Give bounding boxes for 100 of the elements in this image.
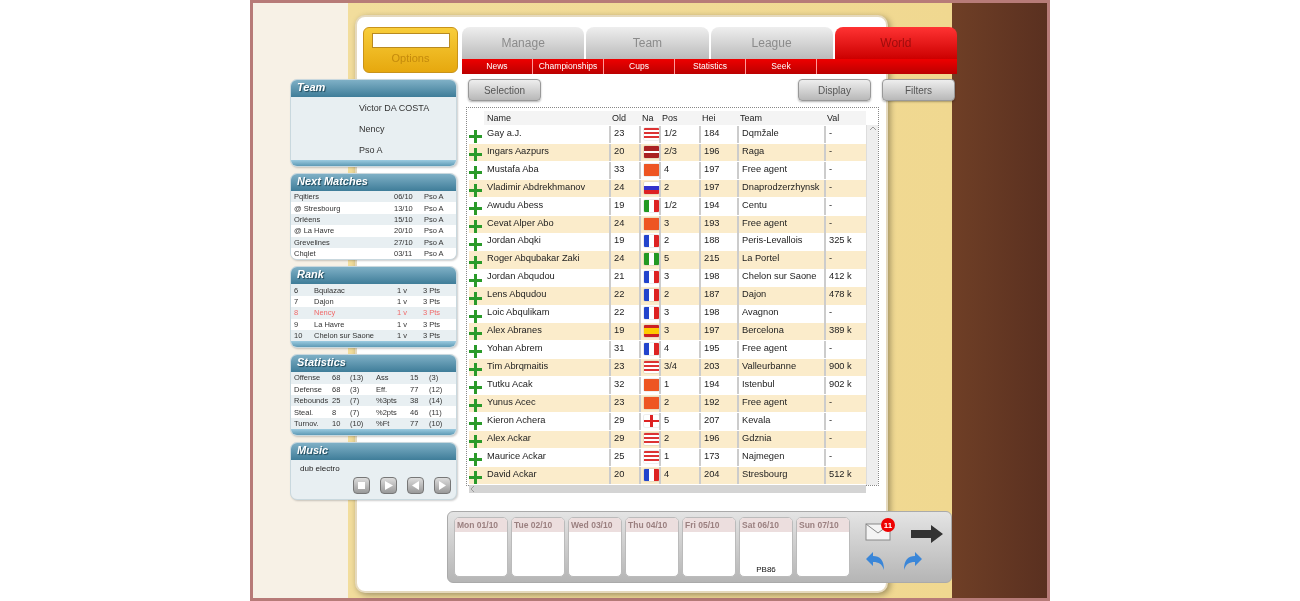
add-icon[interactable] [469,219,482,233]
add-icon[interactable] [469,129,482,143]
add-icon[interactable] [469,147,482,161]
table-cell: 23 [609,359,639,377]
day-label: Fri 05/10 [683,518,735,532]
table-cell: 478 k [824,287,866,305]
input-field[interactable] [371,33,450,48]
redo-icon[interactable] [903,551,923,571]
table-cell: 5 [659,251,699,269]
table-cell: 22 [609,287,639,305]
add-icon[interactable] [469,183,482,197]
table-cell: David Ackar [484,467,609,485]
team-info: Nency [358,123,386,136]
add-icon[interactable] [469,291,482,305]
sub-navigation-link[interactable]: Statistics [675,59,746,74]
undo-icon[interactable] [865,551,885,571]
stop-icon [356,480,367,492]
table-cell: Valleurbanne [737,359,824,377]
table-cell: 2 [659,431,699,449]
sub-navigation-link[interactable]: News [462,59,533,74]
table-cell: 24 [609,179,639,197]
calendar-day[interactable]: Wed 03/10 [568,517,622,577]
calendar-day[interactable]: Thu 04/10 [625,517,679,577]
sub-navigation-link[interactable]: Seek [746,59,817,74]
column-header[interactable]: Na [639,111,659,125]
add-icon[interactable] [469,435,482,449]
music-control-button[interactable] [380,477,397,495]
add-icon[interactable] [469,417,482,431]
vertical-scrollbar[interactable] [866,125,878,485]
day-label: Wed 03/10 [569,518,621,532]
table-cell: - [824,179,866,197]
add-icon[interactable] [469,327,482,341]
table-cell: 20 [609,143,639,161]
table-cell: Bercelona [737,323,824,341]
add-icon[interactable] [469,201,482,215]
table-cell: 192 [699,395,737,413]
table-cell: 203 [699,359,737,377]
day-label: Mon 01/10 [455,518,507,532]
table-cell: 204 [699,467,737,485]
day-label: Sat 06/10 [740,518,792,532]
add-icon[interactable] [469,471,482,485]
table-cell: 512 k [824,467,866,485]
day-label: Sun 07/10 [797,518,849,532]
column-header[interactable]: Hei [699,111,737,125]
table-cell: - [824,143,866,161]
calendar-day[interactable]: Sat 06/10 PB86 [739,517,793,577]
day-label: Tue 02/10 [512,518,564,532]
calendar-day[interactable]: Fri 05/10 [682,517,736,577]
toolbar-button[interactable]: Display [798,79,871,101]
add-icon[interactable] [469,273,482,287]
table-cell: Ingars Aazpurs [484,143,609,161]
table-cell: Cevat Alper Abo [484,215,609,233]
column-header[interactable]: Name [484,111,609,125]
table-cell: 196 [699,431,737,449]
add-icon[interactable] [469,363,482,377]
add-icon[interactable] [469,345,482,359]
add-icon[interactable] [469,381,482,395]
column-header[interactable]: Team [737,111,824,125]
toolbar-button[interactable]: Selection [468,79,541,101]
table-cell: La Portel [737,251,824,269]
table-cell: 4 [659,467,699,485]
card-title: Statistics [291,355,456,373]
card-title: Team [291,80,456,97]
add-icon[interactable] [469,165,482,179]
mail-icon[interactable] [865,523,891,541]
table-cell: Free agent [737,395,824,413]
toolbar-button[interactable]: Filters [882,79,955,101]
add-icon[interactable] [469,453,482,467]
table-cell: Vladimir Abdrekhmanov [484,179,609,197]
arrow-right-icon[interactable] [909,524,945,544]
table-cell: 389 k [824,323,866,341]
add-icon[interactable] [469,255,482,269]
table-cell: 2 [659,179,699,197]
table-cell: 19 [609,323,639,341]
team-info: Pso A [358,144,384,157]
card-title: Music [291,443,456,461]
column-header[interactable]: Old [609,111,639,125]
calendar-day[interactable]: Tue 02/10 [511,517,565,577]
music-control-button[interactable] [353,477,370,495]
card-title: Next Matches [291,174,456,191]
notification-badge: 11 [881,518,895,532]
add-icon[interactable] [469,309,482,323]
horizontal-scrollbar[interactable] [469,485,866,493]
scroll-up-icon [868,125,877,131]
column-header[interactable]: Pos [659,111,699,125]
card-title: Rank [291,267,456,285]
sub-navigation-link[interactable]: Cups [604,59,675,74]
sub-navigation-link[interactable]: Championships [533,59,604,74]
column-header[interactable]: Val [824,111,866,125]
table-cell: 3 [659,215,699,233]
table-cell: 24 [609,251,639,269]
calendar-day[interactable]: Sun 07/10 [796,517,850,577]
music-control-button[interactable] [434,477,451,495]
add-icon[interactable] [469,237,482,251]
add-icon[interactable] [469,399,482,413]
team-info: Victor DA COSTA [358,102,431,115]
track-title: dub electro [299,463,341,476]
music-control-button[interactable] [407,477,424,495]
calendar-day[interactable]: Mon 01/10 [454,517,508,577]
table-cell: Roger Abqubakar Zaki [484,251,609,269]
